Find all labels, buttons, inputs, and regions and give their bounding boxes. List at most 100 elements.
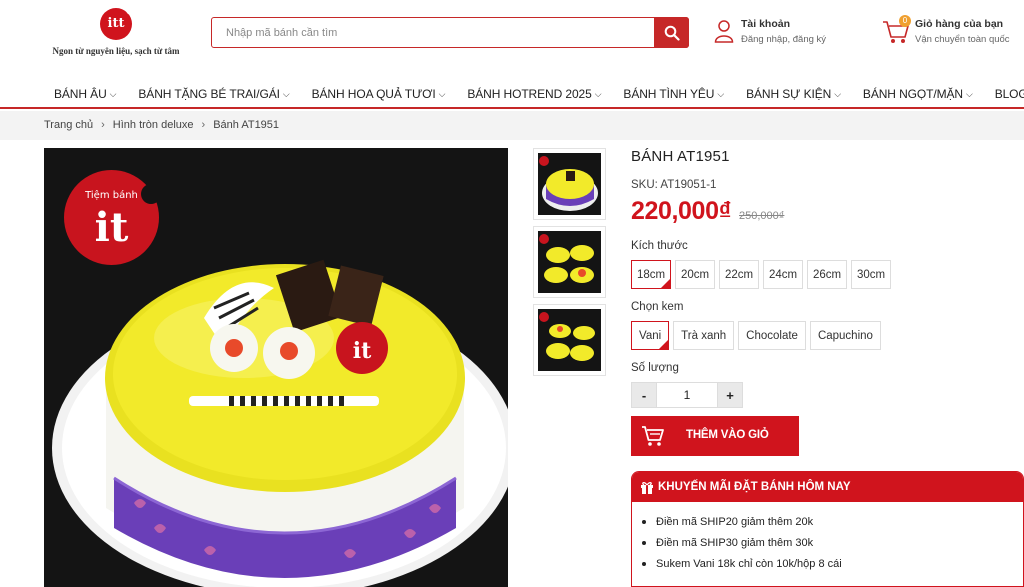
quantity-stepper: - 1 + (631, 382, 1024, 408)
chevron-down-icon: ⌵ (834, 88, 841, 99)
product-info: BÁNH AT1951 SKU: AT19051-1 220,000₫ 250,… (631, 148, 1024, 456)
search-bar (211, 17, 689, 48)
thumbnail-list (533, 148, 606, 382)
thumbnail-3[interactable] (533, 304, 606, 376)
nav-list: BÁNH ÂU ⌵ BÁNH TẶNG BÉ TRAI/GÁI ⌵ BÁNH HOA… (54, 87, 1024, 101)
promo-text: Điền mã SHIP30 giảm thêm 30k (656, 537, 814, 549)
nav-item-banh-ngot-man[interactable]: BÁNH NGỌT/MẶN ⌵ (863, 87, 973, 101)
breadcrumb-category[interactable]: Hình tròn deluxe (113, 119, 194, 131)
nav-item-blog[interactable]: BLOG (995, 87, 1024, 101)
nav-item-label: BÁNH NGỌT/MẶN (862, 87, 963, 101)
bullet-icon (642, 541, 646, 545)
thumbnail-image (538, 153, 601, 215)
nav-item-label: BÁNH TẶNG BÉ TRAI/GÁI (138, 87, 280, 101)
quantity-decrease-button[interactable]: - (631, 382, 657, 408)
list-item: Điền mã SHIP30 giảm thêm 30k (642, 537, 1023, 549)
promo-text: Điền mã SHIP20 giảm thêm 20k (656, 516, 814, 528)
thumbnail-image (538, 309, 601, 371)
search-button[interactable] (654, 17, 689, 48)
cream-option-capuchino[interactable]: Capuchino (809, 321, 881, 350)
account-subtitle: Đăng nhập, đăng ký (741, 34, 827, 45)
add-to-cart-label: THÊM VÀO GIỎ (686, 429, 769, 441)
promo-text: Sukem Vani 18k chỉ còn 10k/hộp 8 cái (656, 558, 842, 570)
badge-label: Tiệm bánh (85, 190, 138, 201)
product-sku: SKU: AT19051-1 (631, 179, 717, 191)
cream-options: Vani Trà xanh Chocolate Capuchino (631, 321, 1024, 350)
product-main-image[interactable]: it Tiệm bánh it (44, 148, 508, 587)
breadcrumb-separator: › (201, 119, 206, 131)
nav-item-label: BÁNH SỰ KIỆN (746, 87, 832, 101)
nav-item-banh-tinh-yeu[interactable]: BÁNH TÌNH YÊU ⌵ (623, 87, 724, 101)
price-row: 220,000₫ 250,000₫ (631, 197, 1024, 226)
site-logo[interactable]: itt Ngon từ nguyên liệu, sạch từ tâm (52, 5, 180, 60)
chevron-down-icon: ⌵ (594, 88, 602, 99)
breadcrumb-current: Bánh AT1951 (213, 119, 280, 131)
chevron-down-icon: ⌵ (717, 88, 725, 99)
list-item: Điền mã SHIP20 giảm thêm 20k (642, 516, 1023, 528)
account-title: Tài khoản (741, 18, 791, 30)
cream-label: Chọn kem (631, 301, 684, 313)
site-header: itt Ngon từ nguyên liệu, sạch từ tâm Tài… (0, 0, 1024, 70)
thumbnail-image (538, 231, 601, 293)
thumbnail-2[interactable] (533, 226, 606, 298)
breadcrumb-separator: › (101, 119, 105, 131)
nav-item-label: BÁNH ÂU (54, 87, 107, 101)
list-item: Sukem Vani 18k chỉ còn 10k/hộp 8 cái (642, 558, 1023, 570)
cart-icon (642, 426, 664, 446)
chevron-down-icon: ⌵ (282, 88, 290, 99)
quantity-label: Số lượng (631, 362, 679, 374)
current-price: 220,000₫ (631, 197, 731, 225)
search-icon (664, 25, 680, 41)
cream-option-tra-xanh[interactable]: Trà xanh (673, 321, 735, 350)
size-option-22cm[interactable]: 22cm (719, 260, 759, 289)
account-link[interactable]: Tài khoản Đăng nhập, đăng ký (714, 17, 854, 51)
chevron-down-icon: ⌵ (438, 88, 446, 99)
size-options: 18cm 20cm 22cm 24cm 26cm 30cm (631, 260, 1024, 289)
chevron-down-icon: ⌵ (109, 88, 117, 99)
logo-mark: itt (100, 5, 136, 40)
nav-item-banh-au[interactable]: BÁNH ÂU ⌵ (54, 87, 116, 101)
cream-option-chocolate[interactable]: Chocolate (738, 321, 806, 350)
cart-subtitle: Vận chuyển toàn quốc (915, 34, 1010, 45)
promo-header: KHUYẾN MÃI ĐẶT BÁNH HÔM NAY (632, 472, 1023, 502)
cream-option-vani[interactable]: Vani (631, 321, 670, 350)
add-to-cart-button[interactable]: THÊM VÀO GIỎ (631, 416, 799, 456)
user-icon (714, 20, 734, 43)
nav-item-banh-su-kien[interactable]: BÁNH SỰ KIỆN ⌵ (746, 87, 841, 101)
svg-text:it: it (353, 338, 372, 364)
gift-icon (641, 482, 653, 494)
logo-text: itt (107, 16, 125, 31)
cart-title: Giỏ hàng của bạn (915, 18, 1004, 30)
nav-item-label: BLOG (994, 87, 1024, 101)
quantity-input[interactable]: 1 (657, 382, 717, 408)
size-option-24cm[interactable]: 24cm (763, 260, 803, 289)
logo-slogan: Ngon từ nguyên liệu, sạch từ tâm (52, 46, 180, 56)
old-price: 250,000₫ (739, 210, 785, 222)
nav-item-label: BÁNH TÌNH YÊU (623, 87, 715, 101)
breadcrumb-home[interactable]: Trang chủ (44, 119, 93, 131)
badge-logo-text: it (94, 204, 129, 251)
nav-item-banh-hotrend[interactable]: BÁNH HOTREND 2025 ⌵ (467, 87, 601, 101)
size-option-20cm[interactable]: 20cm (675, 260, 715, 289)
bullet-icon (642, 562, 646, 566)
size-label: Kích thước (631, 240, 688, 252)
nav-item-banh-tang-be[interactable]: BÁNH TẶNG BÉ TRAI/GÁI ⌵ (138, 87, 289, 101)
product-title: BÁNH AT1951 (631, 148, 730, 165)
search-input[interactable] (212, 18, 656, 47)
promo-box: KHUYẾN MÃI ĐẶT BÁNH HÔM NAY Điền mã SHIP… (631, 471, 1024, 587)
nav-item-label: BÁNH HOA QUẢ TƯƠI (311, 87, 436, 101)
shop-badge: Tiệm bánh it (64, 170, 161, 265)
cart-count-badge: 0 (899, 15, 911, 27)
bullet-icon (642, 520, 646, 524)
nav-item-banh-hoa-qua[interactable]: BÁNH HOA QUẢ TƯƠI ⌵ (312, 87, 446, 101)
chevron-down-icon: ⌵ (965, 88, 973, 99)
thumbnail-1[interactable] (533, 148, 606, 220)
main-nav: BÁNH ÂU ⌵ BÁNH TẶNG BÉ TRAI/GÁI ⌵ BÁNH HOA… (0, 80, 1024, 109)
size-option-30cm[interactable]: 30cm (851, 260, 891, 289)
promo-title: KHUYẾN MÃI ĐẶT BÁNH HÔM NAY (658, 481, 851, 493)
nav-item-label: BÁNH HOTREND 2025 (467, 87, 592, 101)
size-option-18cm[interactable]: 18cm (631, 260, 671, 289)
size-option-26cm[interactable]: 26cm (807, 260, 847, 289)
cart-link[interactable]: 0 Giỏ hàng của bạn Vận chuyển toàn quốc (882, 15, 1022, 51)
quantity-increase-button[interactable]: + (717, 382, 743, 408)
